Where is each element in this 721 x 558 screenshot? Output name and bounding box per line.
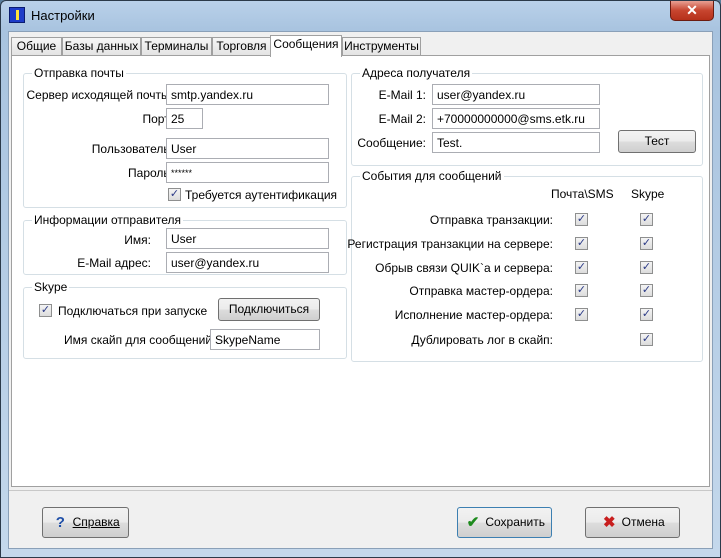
sender-group-legend: Информации отправителя	[32, 213, 183, 227]
skype-name-label: Имя скайп для сообщений:	[64, 333, 216, 347]
dialog-client: Общие Базы данных Терминалы Торговля Соо…	[8, 31, 713, 549]
skype-autoconnect-checkbox[interactable]: ✓	[39, 304, 52, 317]
event-mail-checkbox[interactable]: ✓	[575, 213, 588, 226]
tab-messages[interactable]: Сообщения	[270, 35, 342, 57]
title-bar[interactable]: Настройки ✕	[1, 1, 720, 31]
recipient-message-input[interactable]: Test.	[432, 132, 600, 153]
event-skype-checkbox[interactable]: ✓	[640, 237, 653, 250]
recipient-email1-input[interactable]: user@yandex.ru	[432, 84, 600, 105]
check-icon: ✔	[466, 514, 480, 532]
skype-group: Skype ✓ Подключаться при запуске Подключ…	[23, 280, 347, 359]
port-input[interactable]: 25	[166, 108, 203, 129]
test-button[interactable]: Тест	[618, 130, 696, 153]
recipient-email1-label: E-Mail 1:	[378, 88, 426, 102]
smtp-server-input[interactable]: smtp.yandex.ru	[166, 84, 329, 105]
event-row-label: Отправка мастер-ордера:	[409, 284, 553, 298]
tab-instruments[interactable]: Инструменты	[342, 37, 421, 56]
event-mail-checkbox[interactable]: ✓	[575, 261, 588, 274]
smtp-server-label: Сервер исходящей почты:	[26, 88, 173, 102]
mail-group: Отправка почты Сервер исходящей почты: s…	[23, 66, 347, 208]
events-group: События для сообщений Почта\SMS Skype От…	[347, 169, 703, 362]
settings-window: Настройки ✕ Общие Базы данных Терминалы …	[0, 0, 721, 558]
event-row-label: Обрыв связи QUIK`а и сервера:	[375, 261, 553, 275]
sender-group: Информации отправителя Имя: User E-Mail …	[23, 213, 347, 275]
help-question-icon: ?	[55, 514, 65, 532]
recipient-group: Адреса получателя E-Mail 1: user@yandex.…	[351, 66, 703, 166]
close-button[interactable]: ✕	[670, 1, 714, 21]
save-button-label: Сохранить	[485, 515, 545, 529]
password-input[interactable]: ******	[166, 162, 329, 183]
event-mail-checkbox[interactable]: ✓	[575, 284, 588, 297]
skype-autoconnect-label: Подключаться при запуске	[58, 304, 208, 318]
sender-name-label: Имя:	[124, 233, 151, 247]
app-icon	[9, 7, 25, 23]
event-mail-checkbox[interactable]: ✓	[575, 308, 588, 321]
recipient-group-legend: Адреса получателя	[360, 66, 473, 80]
recipient-email2-input[interactable]: +70000000000@sms.etk.ru	[432, 108, 600, 129]
sender-name-input[interactable]: User	[166, 228, 329, 249]
auth-required-checkbox[interactable]: ✓	[168, 188, 181, 201]
tab-databases[interactable]: Базы данных	[62, 37, 141, 56]
sender-email-input[interactable]: user@yandex.ru	[166, 252, 329, 273]
user-input[interactable]: User	[166, 138, 329, 159]
window-title: Настройки	[31, 8, 95, 23]
event-row-label: Дублировать лог в скайп:	[411, 333, 553, 347]
footer-separator	[9, 490, 712, 491]
skype-connect-button[interactable]: Подключиться	[218, 298, 320, 321]
skype-group-legend: Skype	[32, 280, 70, 294]
help-button[interactable]: ? Справка	[42, 507, 129, 538]
event-skype-checkbox[interactable]: ✓	[640, 261, 653, 274]
help-button-label: Справка	[72, 515, 120, 529]
user-label: Пользователь:	[91, 142, 173, 156]
tab-general[interactable]: Общие	[11, 37, 62, 56]
cancel-x-icon: ✖	[603, 514, 616, 532]
mail-group-legend: Отправка почты	[32, 66, 126, 80]
recipient-message-label: Сообщение:	[357, 136, 426, 150]
event-skype-checkbox[interactable]: ✓	[640, 333, 653, 346]
tab-terminals[interactable]: Терминалы	[141, 37, 212, 56]
skype-name-input[interactable]: SkypeName	[210, 329, 320, 350]
save-button[interactable]: ✔ Сохранить	[457, 507, 552, 538]
event-row-label: Отправка транзакции:	[429, 213, 553, 227]
events-col-mail-header: Почта\SMS	[551, 187, 614, 201]
event-row-label: Исполнение мастер-ордера:	[394, 308, 553, 322]
events-group-legend: События для сообщений	[360, 169, 504, 183]
cancel-button-label: Отмена	[621, 515, 665, 529]
events-col-skype-header: Skype	[631, 187, 665, 201]
messages-panel: Отправка почты Сервер исходящей почты: s…	[11, 55, 710, 487]
recipient-email2-label: E-Mail 2:	[378, 112, 426, 126]
event-row-label: Регистрация транзакции на сервере:	[347, 237, 553, 251]
auth-required-label: Требуется аутентификация	[185, 188, 338, 202]
event-skype-checkbox[interactable]: ✓	[640, 284, 653, 297]
event-mail-checkbox[interactable]: ✓	[575, 237, 588, 250]
sender-email-label: E-Mail адрес:	[77, 256, 151, 270]
event-skype-checkbox[interactable]: ✓	[640, 213, 653, 226]
cancel-button[interactable]: ✖ Отмена	[585, 507, 680, 538]
tab-trading[interactable]: Торговля	[212, 37, 271, 56]
event-skype-checkbox[interactable]: ✓	[640, 308, 653, 321]
